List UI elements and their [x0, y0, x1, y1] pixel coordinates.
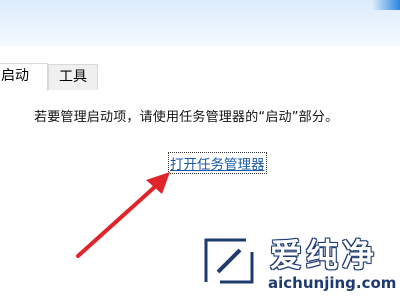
watermark-brand-en: aichunjing.com	[268, 274, 397, 292]
watermark-logo-icon	[203, 237, 255, 285]
tab-startup[interactable]: 启动	[0, 63, 48, 91]
watermark-brand-cn: 爱纯净	[270, 236, 379, 274]
watermark: 爱纯净 aichunjing.com	[196, 226, 396, 296]
